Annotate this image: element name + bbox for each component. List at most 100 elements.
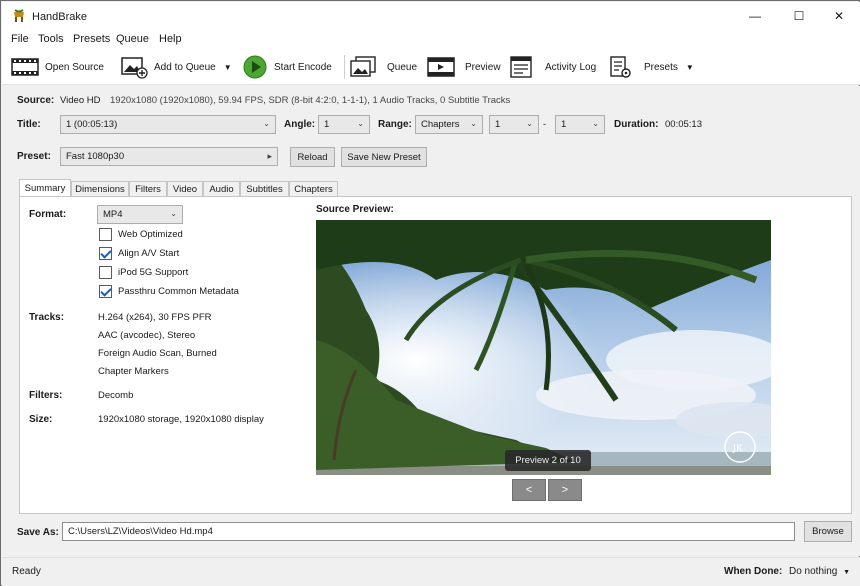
menu-queue[interactable]: Queue bbox=[116, 33, 149, 45]
add-to-queue-button[interactable]: Add to Queue ▼ bbox=[120, 52, 232, 82]
angle-label: Angle: bbox=[284, 119, 316, 130]
source-name: Video HD bbox=[60, 95, 101, 106]
presets-document-icon bbox=[610, 56, 631, 78]
chevron-down-icon: ▼ bbox=[685, 62, 694, 72]
browse-label: Browse bbox=[812, 526, 844, 537]
when-done-label: When Done: bbox=[724, 566, 783, 577]
angle-select[interactable]: 1 ⌄ bbox=[318, 115, 370, 134]
presets-button[interactable]: Presets ▼ bbox=[608, 52, 694, 82]
browse-button[interactable]: Browse bbox=[804, 521, 852, 542]
tab-video[interactable]: Video bbox=[167, 181, 203, 197]
format-select[interactable]: MP4 ⌄ bbox=[97, 205, 183, 224]
title-select-value: 1 (00:05:13) bbox=[66, 119, 118, 130]
reload-label: Reload bbox=[297, 151, 328, 163]
tab-chapters[interactable]: Chapters bbox=[289, 181, 338, 197]
chevron-down-icon: ▼ bbox=[223, 62, 232, 72]
preset-select[interactable]: Fast 1080p30 ▸ bbox=[60, 147, 278, 166]
status-text: Ready bbox=[12, 566, 41, 577]
format-label: Format: bbox=[29, 209, 67, 220]
range-end-select[interactable]: 1 ⌄ bbox=[555, 115, 605, 134]
queue-images-icon bbox=[350, 56, 376, 77]
activity-log-icon bbox=[510, 56, 532, 78]
chevron-down-icon: ⌄ bbox=[170, 209, 177, 218]
web-optimized-label: Web Optimized bbox=[118, 229, 183, 240]
source-label: Source: bbox=[17, 95, 55, 106]
tab-summary[interactable]: Summary bbox=[19, 179, 71, 196]
format-select-value: MP4 bbox=[103, 209, 123, 220]
activity-log-label: Activity Log bbox=[545, 61, 597, 73]
range-dash: - bbox=[543, 119, 547, 130]
preview-button[interactable]: Preview bbox=[427, 52, 501, 82]
ipod-5g-support-label: iPod 5G Support bbox=[118, 267, 189, 278]
range-label: Range: bbox=[378, 119, 412, 130]
track-item: Chapter Markers bbox=[98, 366, 169, 377]
source-details: 1920x1080 (1920x1080), 59.94 FPS, SDR (8… bbox=[110, 95, 511, 106]
close-icon: ✕ bbox=[833, 9, 845, 23]
range-type-select[interactable]: Chapters ⌄ bbox=[415, 115, 483, 134]
beach-palm-preview-image: JK bbox=[316, 220, 771, 475]
close-button[interactable]: ✕ bbox=[818, 2, 860, 30]
tab-filters[interactable]: Filters bbox=[129, 181, 167, 197]
save-as-path-value: C:\Users\LZ\Videos\Video Hd.mp4 bbox=[68, 526, 213, 537]
open-source-button[interactable]: Open Source bbox=[11, 52, 104, 82]
menu-tools[interactable]: Tools bbox=[38, 33, 64, 45]
when-done-select[interactable]: Do nothing ▼ bbox=[789, 564, 855, 580]
save-new-preset-label: Save New Preset bbox=[347, 151, 421, 163]
size-value: 1920x1080 storage, 1920x1080 display bbox=[98, 414, 264, 425]
previous-preview-button[interactable]: < bbox=[512, 479, 546, 501]
title-select[interactable]: 1 (00:05:13) ⌄ bbox=[60, 115, 276, 134]
range-start-value: 1 bbox=[495, 119, 501, 130]
chevron-down-icon: ⌄ bbox=[263, 119, 270, 128]
save-as-path-input[interactable]: C:\Users\LZ\Videos\Video Hd.mp4 bbox=[62, 522, 795, 541]
range-end-value: 1 bbox=[561, 119, 567, 130]
tab-audio[interactable]: Audio bbox=[203, 181, 240, 197]
source-preview-image: JK bbox=[316, 220, 771, 475]
passthru-metadata-checkbox[interactable] bbox=[99, 285, 112, 298]
when-done-value: Do nothing bbox=[789, 566, 838, 577]
menu-help[interactable]: Help bbox=[159, 33, 182, 45]
minimize-icon: — bbox=[749, 9, 761, 23]
tab-dimensions[interactable]: Dimensions bbox=[71, 181, 129, 197]
range-start-select[interactable]: 1 ⌄ bbox=[489, 115, 539, 134]
track-item: AAC (avcodec), Stereo bbox=[98, 330, 196, 341]
menu-file[interactable]: File bbox=[11, 33, 29, 45]
chevron-down-icon: ⌄ bbox=[526, 119, 533, 128]
align-av-start-checkbox[interactable] bbox=[99, 247, 112, 260]
preset-label: Preset: bbox=[17, 151, 51, 162]
chevron-right-icon: > bbox=[561, 484, 569, 496]
main-content: Source: Video HD 1920x1080 (1920x1080), … bbox=[2, 86, 860, 556]
align-av-start-label: Align A/V Start bbox=[118, 248, 180, 259]
next-preview-button[interactable]: > bbox=[548, 479, 582, 501]
preview-counter-badge: Preview 2 of 10 bbox=[505, 450, 591, 471]
activity-log-button[interactable]: Activity Log bbox=[509, 52, 596, 82]
range-type-value: Chapters bbox=[421, 119, 460, 130]
watermark-logo-text: JK bbox=[732, 443, 743, 454]
toolbar-divider bbox=[344, 55, 345, 79]
status-bar: Ready When Done: Do nothing ▼ bbox=[2, 557, 860, 586]
app-window: HandBrake — ☐ ✕ File Tools Presets Queue… bbox=[0, 0, 860, 586]
menu-presets[interactable]: Presets bbox=[73, 33, 110, 45]
ipod-5g-support-checkbox[interactable] bbox=[99, 266, 112, 279]
chevron-down-icon: ⌄ bbox=[470, 119, 477, 128]
save-as-label: Save As: bbox=[17, 527, 59, 538]
open-source-label: Open Source bbox=[45, 61, 104, 73]
presets-label: Presets bbox=[644, 61, 678, 73]
filters-label: Filters: bbox=[29, 390, 63, 401]
title-label: Title: bbox=[17, 119, 41, 130]
save-new-preset-button[interactable]: Save New Preset bbox=[341, 147, 427, 167]
maximize-button[interactable]: ☐ bbox=[778, 2, 820, 30]
queue-label: Queue bbox=[387, 61, 418, 73]
tab-subtitles[interactable]: Subtitles bbox=[240, 181, 289, 197]
toolbar: Open Source Add to Queue ▼ Start Encode bbox=[2, 49, 860, 85]
web-optimized-checkbox[interactable] bbox=[99, 228, 112, 241]
filters-value: Decomb bbox=[98, 390, 134, 401]
queue-button[interactable]: Queue bbox=[349, 52, 417, 82]
track-item: Foreign Audio Scan, Burned bbox=[98, 348, 217, 359]
preview-counter-text: Preview 2 of 10 bbox=[515, 455, 581, 466]
reload-button[interactable]: Reload bbox=[290, 147, 335, 167]
chevron-down-icon: ⌄ bbox=[592, 119, 599, 128]
start-encode-button[interactable]: Start Encode bbox=[242, 52, 332, 82]
minimize-button[interactable]: — bbox=[734, 2, 776, 30]
add-to-queue-label: Add to Queue bbox=[154, 61, 216, 73]
chevron-right-icon: ▸ bbox=[267, 151, 272, 161]
